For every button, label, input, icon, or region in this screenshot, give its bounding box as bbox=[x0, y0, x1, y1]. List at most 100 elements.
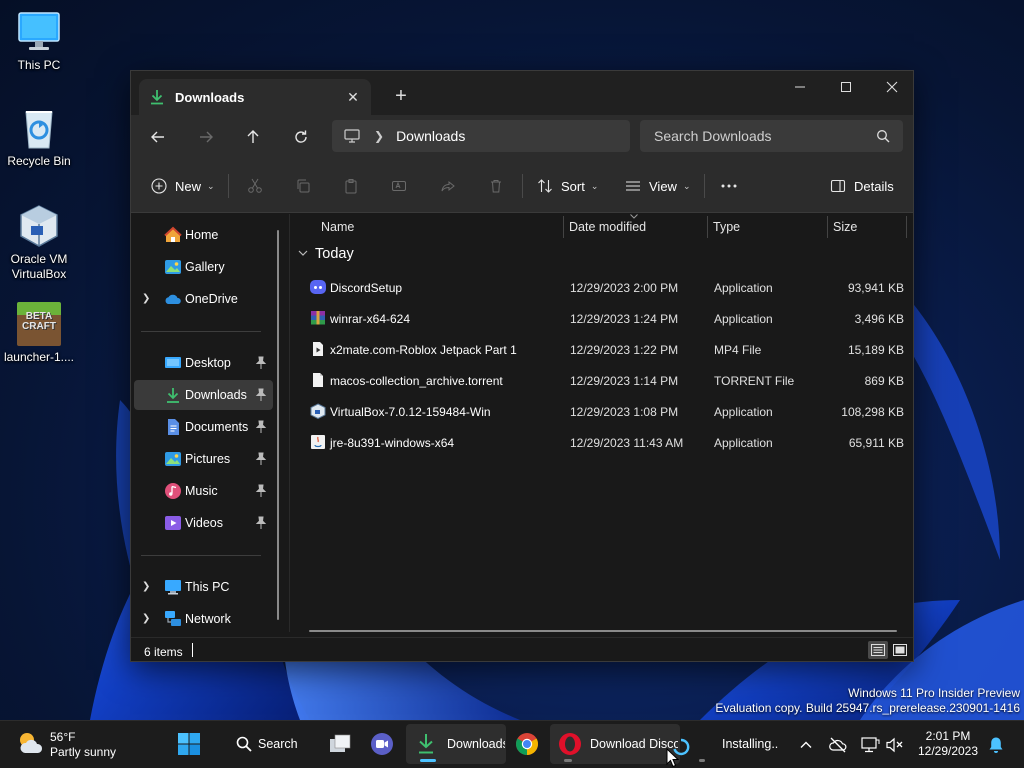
sidebar-label: Documents bbox=[185, 420, 249, 434]
sidebar-item-network[interactable]: ❯ Network bbox=[134, 604, 273, 634]
title-bar[interactable]: Downloads ✕ + bbox=[131, 71, 913, 115]
minimize-button[interactable] bbox=[777, 71, 823, 103]
table-row[interactable]: jre-8u391-windows-x64 12/29/2023 11:43 A… bbox=[302, 427, 906, 458]
tiles-view-button[interactable] bbox=[890, 641, 910, 659]
column-header-size[interactable]: Size bbox=[833, 214, 857, 240]
sidebar-item-home[interactable]: Home bbox=[134, 220, 273, 250]
start-button[interactable] bbox=[172, 724, 206, 764]
running-indicator bbox=[564, 759, 572, 762]
sort-label: Sort bbox=[561, 178, 585, 194]
paste-button[interactable] bbox=[343, 172, 359, 200]
pin-icon[interactable] bbox=[255, 420, 267, 434]
chevron-right-icon[interactable]: ❯ bbox=[374, 129, 384, 143]
new-tab-button[interactable]: + bbox=[389, 85, 413, 109]
maximize-button[interactable] bbox=[823, 71, 869, 103]
cut-button[interactable] bbox=[247, 172, 263, 200]
notification-button[interactable] bbox=[988, 736, 1004, 754]
table-row[interactable]: x2mate.com-Roblox Jetpack Part 1 12/29/2… bbox=[302, 334, 906, 365]
column-divider[interactable] bbox=[906, 216, 907, 238]
desktop-icon-launcher[interactable]: BETA CRAFT launcher-1.... bbox=[0, 302, 78, 365]
tiles-view-icon bbox=[893, 644, 907, 656]
volume-muted-icon[interactable] bbox=[885, 737, 905, 753]
sidebar-item-pictures[interactable]: Pictures bbox=[134, 444, 273, 474]
delete-button[interactable] bbox=[488, 172, 504, 200]
details-view-button[interactable] bbox=[868, 641, 888, 659]
task-view-button[interactable] bbox=[322, 724, 358, 764]
sidebar-item-documents[interactable]: Documents bbox=[134, 412, 273, 442]
file-date: 12/29/2023 1:08 PM bbox=[570, 405, 679, 419]
taskbar-app-installer[interactable]: Installing.. bbox=[690, 724, 784, 764]
address-bar[interactable]: ❯ Downloads bbox=[332, 120, 630, 152]
sort-button[interactable]: Sort ⌄ bbox=[537, 172, 598, 200]
taskbar-app-file-explorer[interactable]: Downloads bbox=[406, 724, 506, 764]
up-button[interactable] bbox=[237, 123, 269, 151]
forward-button[interactable] bbox=[190, 123, 222, 151]
chevron-right-icon[interactable]: ❯ bbox=[142, 293, 154, 305]
desktop-icon-virtualbox[interactable]: Oracle VM VirtualBox bbox=[0, 204, 78, 282]
active-indicator bbox=[420, 759, 436, 762]
column-header-name[interactable]: Name bbox=[321, 214, 354, 240]
column-header-type[interactable]: Type bbox=[713, 214, 740, 240]
chevron-right-icon[interactable]: ❯ bbox=[142, 613, 154, 625]
divider bbox=[141, 555, 261, 556]
horizontal-scrollbar[interactable] bbox=[309, 630, 897, 632]
gallery-icon bbox=[164, 258, 182, 276]
new-button[interactable]: New ⌄ bbox=[151, 172, 215, 200]
close-window-button[interactable] bbox=[869, 71, 913, 103]
breadcrumb-downloads[interactable]: Downloads bbox=[396, 128, 465, 144]
details-pane-button[interactable]: Details bbox=[830, 172, 894, 200]
group-header-today[interactable]: Today bbox=[298, 246, 354, 262]
taskbar-search-button[interactable]: Search bbox=[226, 724, 310, 764]
sidebar-label: Desktop bbox=[185, 356, 231, 370]
video-icon bbox=[164, 514, 182, 532]
taskbar-app-opera[interactable]: Download Disco bbox=[550, 724, 680, 764]
pin-icon[interactable] bbox=[255, 516, 267, 530]
file-size: 65,911 KB bbox=[848, 436, 904, 450]
clock[interactable]: 2:01 PM 12/29/2023 bbox=[913, 729, 983, 759]
copy-button[interactable] bbox=[295, 172, 311, 200]
sidebar-scrollbar[interactable] bbox=[277, 230, 279, 620]
network-ethernet-icon[interactable] bbox=[860, 736, 880, 754]
more-options-button[interactable] bbox=[720, 172, 738, 200]
show-hidden-icons-button[interactable] bbox=[798, 737, 814, 753]
search-input[interactable] bbox=[640, 120, 903, 152]
pin-icon[interactable] bbox=[255, 356, 267, 370]
sidebar-item-gallery[interactable]: Gallery bbox=[134, 252, 273, 282]
tab-downloads[interactable]: Downloads ✕ bbox=[139, 79, 371, 115]
sidebar-item-onedrive[interactable]: ❯ OneDrive bbox=[134, 284, 273, 314]
pin-icon[interactable] bbox=[255, 484, 267, 498]
table-row[interactable]: winrar-x64-624 12/29/2023 1:24 PM Applic… bbox=[302, 303, 906, 334]
table-row[interactable]: DiscordSetup 12/29/2023 2:00 PM Applicat… bbox=[302, 272, 906, 303]
onedrive-offline-icon[interactable] bbox=[828, 736, 848, 754]
sidebar-item-videos[interactable]: Videos bbox=[134, 508, 273, 538]
column-divider[interactable] bbox=[707, 216, 708, 238]
table-row[interactable]: macos-collection_archive.torrent 12/29/2… bbox=[302, 365, 906, 396]
weather-temperature: 56°F bbox=[50, 730, 76, 744]
table-row[interactable]: VirtualBox-7.0.12-159484-Win 12/29/2023 … bbox=[302, 396, 906, 427]
refresh-button[interactable] bbox=[285, 123, 317, 151]
view-button[interactable]: View ⌄ bbox=[625, 172, 691, 200]
opera-icon bbox=[559, 733, 581, 755]
meet-app-button[interactable] bbox=[364, 724, 400, 764]
file-date: 12/29/2023 1:14 PM bbox=[570, 374, 679, 388]
sidebar-item-downloads[interactable]: Downloads bbox=[134, 380, 273, 410]
sidebar-item-music[interactable]: Music bbox=[134, 476, 273, 506]
file-type: Application bbox=[714, 312, 773, 326]
desktop-icon-recycle-bin[interactable]: Recycle Bin bbox=[0, 106, 78, 169]
pin-icon[interactable] bbox=[255, 452, 267, 466]
rename-button[interactable] bbox=[391, 172, 407, 200]
column-divider[interactable] bbox=[827, 216, 828, 238]
sidebar-item-this-pc[interactable]: ❯ This PC bbox=[134, 572, 273, 602]
column-divider[interactable] bbox=[563, 216, 564, 238]
share-button[interactable] bbox=[440, 172, 456, 200]
clock-date: 12/29/2023 bbox=[917, 744, 979, 758]
desktop-icon-this-pc[interactable]: This PC bbox=[0, 10, 78, 73]
copy-icon bbox=[297, 179, 310, 193]
chevron-right-icon[interactable]: ❯ bbox=[142, 581, 154, 593]
sidebar-item-desktop[interactable]: Desktop bbox=[134, 348, 273, 378]
tab-close-icon[interactable]: ✕ bbox=[345, 89, 361, 105]
taskbar-app-chrome[interactable] bbox=[510, 724, 544, 764]
back-button[interactable] bbox=[142, 123, 174, 151]
weather-description: Partly sunny bbox=[50, 745, 117, 759]
pin-icon[interactable] bbox=[255, 388, 267, 402]
